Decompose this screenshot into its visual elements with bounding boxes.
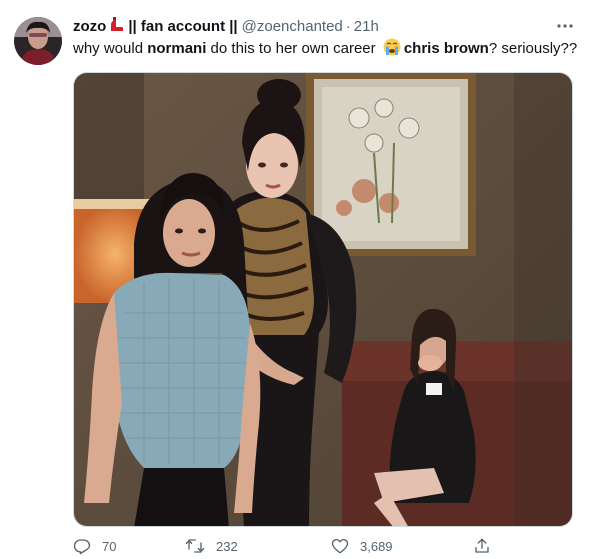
display-name-suffix[interactable]: || fan account || [128,18,237,35]
more-options-button[interactable] [553,14,577,38]
display-name[interactable]: zozo [73,18,106,35]
share-icon [475,538,489,553]
tweet-header: zozo || fan account || @zoenchanted · 21… [73,15,555,37]
timestamp[interactable]: 21h [354,18,379,35]
reply-button[interactable]: 70 [73,535,116,557]
tweet-media-photo[interactable] [73,72,573,527]
user-handle[interactable]: @zoenchanted [242,18,343,35]
red-shoe-icon [110,16,124,36]
separator-dot: · [345,17,351,35]
like-button[interactable]: 3,689 [331,535,393,557]
heart-icon [331,538,349,554]
crying-face-icon [383,38,401,56]
retweet-count: 232 [216,538,238,554]
tweet-bold-normani: normani [147,40,207,57]
tweet-text: why would normani do this to her own car… [73,38,578,59]
tweet-text-part: do this to her own career [206,40,380,57]
tweet-bold-chris-brown: chris brown [403,40,489,57]
more-dots-icon [557,24,573,28]
avatar[interactable] [14,17,62,65]
retweet-button[interactable]: 232 [185,535,238,557]
tweet-text-part: ? seriously?? [488,40,578,57]
tweet[interactable]: zozo || fan account || @zoenchanted · 21… [0,0,595,559]
share-button[interactable] [473,535,502,557]
reply-icon [73,539,91,555]
retweet-icon [185,539,205,553]
like-count: 3,689 [360,538,393,554]
reply-count: 70 [102,538,117,554]
user-avatar-icon [14,17,62,65]
tweet-actions: 70 232 3,689 [73,535,573,559]
photo-of-three-women-in-living-room [74,73,572,526]
tweet-text-part: why would [73,40,148,57]
